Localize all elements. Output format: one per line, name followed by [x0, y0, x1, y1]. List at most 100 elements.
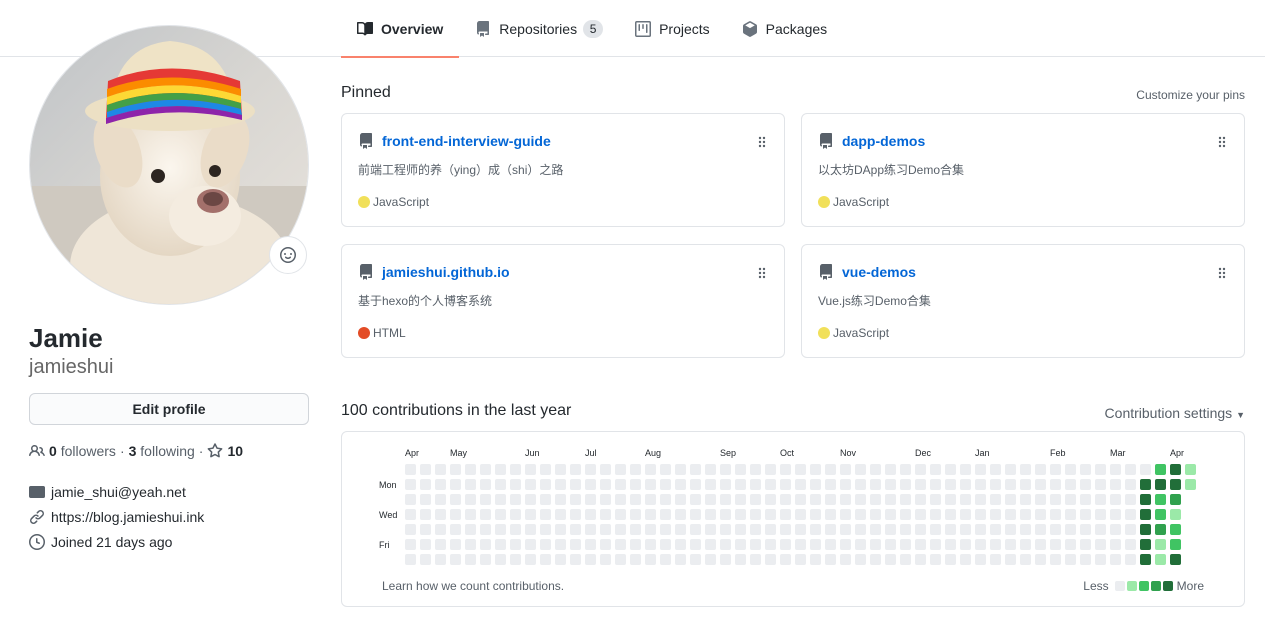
contribution-day[interactable] [795, 509, 806, 520]
contribution-day[interactable] [660, 524, 671, 535]
contribution-day[interactable] [945, 539, 956, 550]
contribution-day[interactable] [1080, 479, 1091, 490]
contribution-day[interactable] [750, 539, 761, 550]
contribution-day[interactable] [675, 509, 686, 520]
contribution-day[interactable] [555, 464, 566, 475]
contribution-day[interactable] [1155, 479, 1166, 490]
contribution-day[interactable] [630, 464, 641, 475]
contribution-day[interactable] [525, 479, 536, 490]
contribution-day[interactable] [570, 539, 581, 550]
contribution-day[interactable] [585, 464, 596, 475]
contribution-day[interactable] [615, 554, 626, 565]
contribution-day[interactable] [795, 524, 806, 535]
contribution-day[interactable] [945, 509, 956, 520]
contribution-day[interactable] [750, 479, 761, 490]
contribution-day[interactable] [960, 554, 971, 565]
set-status-button[interactable] [269, 236, 307, 274]
contribution-day[interactable] [1065, 509, 1076, 520]
contribution-day[interactable] [840, 479, 851, 490]
contribution-day[interactable] [810, 494, 821, 505]
contribution-day[interactable] [585, 494, 596, 505]
contribution-day[interactable] [720, 524, 731, 535]
contribution-day[interactable] [495, 539, 506, 550]
contribution-day[interactable] [630, 539, 641, 550]
contribution-day[interactable] [1020, 494, 1031, 505]
contribution-day[interactable] [930, 479, 941, 490]
contribution-day[interactable] [765, 554, 776, 565]
contribution-day[interactable] [885, 539, 896, 550]
contribution-day[interactable] [435, 524, 446, 535]
contribution-day[interactable] [915, 509, 926, 520]
contribution-day[interactable] [525, 509, 536, 520]
contribution-day[interactable] [450, 494, 461, 505]
contribution-day[interactable] [420, 539, 431, 550]
contribution-day[interactable] [1170, 494, 1181, 505]
contribution-day[interactable] [1065, 524, 1076, 535]
contribution-day[interactable] [735, 509, 746, 520]
contribution-day[interactable] [525, 464, 536, 475]
contribution-day[interactable] [1110, 554, 1121, 565]
contribution-day[interactable] [870, 554, 881, 565]
contribution-day[interactable] [690, 494, 701, 505]
contribution-day[interactable] [600, 509, 611, 520]
contribution-day[interactable] [1155, 524, 1166, 535]
contribution-day[interactable] [570, 464, 581, 475]
contribution-day[interactable] [765, 539, 776, 550]
contribution-day[interactable] [405, 539, 416, 550]
contribution-day[interactable] [1095, 494, 1106, 505]
contribution-day[interactable] [1005, 494, 1016, 505]
contribution-day[interactable] [585, 479, 596, 490]
contribution-day[interactable] [555, 479, 566, 490]
contribution-day[interactable] [510, 539, 521, 550]
contribution-day[interactable] [540, 494, 551, 505]
contribution-day[interactable] [1155, 554, 1166, 565]
contribution-day[interactable] [855, 554, 866, 565]
contribution-day[interactable] [1080, 494, 1091, 505]
contribution-day[interactable] [600, 539, 611, 550]
contribution-day[interactable] [810, 539, 821, 550]
contribution-day[interactable] [480, 554, 491, 565]
contribution-day[interactable] [825, 539, 836, 550]
contribution-day[interactable] [1110, 494, 1121, 505]
contribution-day[interactable] [900, 479, 911, 490]
contribution-day[interactable] [1080, 524, 1091, 535]
contribution-day[interactable] [930, 464, 941, 475]
contribution-day[interactable] [675, 539, 686, 550]
contribution-day[interactable] [765, 524, 776, 535]
contribution-day[interactable] [705, 479, 716, 490]
contribution-day[interactable] [1020, 479, 1031, 490]
contribution-day[interactable] [645, 479, 656, 490]
contribution-day[interactable] [615, 479, 626, 490]
contribution-day[interactable] [975, 494, 986, 505]
tab-overview[interactable]: Overview [341, 0, 460, 58]
contribution-day[interactable] [495, 524, 506, 535]
contribution-day[interactable] [705, 464, 716, 475]
contribution-day[interactable] [990, 479, 1001, 490]
contribution-day[interactable] [1080, 464, 1091, 475]
contribution-day[interactable] [1035, 554, 1046, 565]
contribution-day[interactable] [870, 479, 881, 490]
contribution-day[interactable] [825, 494, 836, 505]
contribution-day[interactable] [690, 539, 701, 550]
contribution-day[interactable] [1065, 554, 1076, 565]
contribution-day[interactable] [405, 524, 416, 535]
contribution-day[interactable] [915, 554, 926, 565]
followers-link[interactable]: 0 followers [49, 443, 116, 459]
contribution-day[interactable] [420, 554, 431, 565]
contribution-day[interactable] [435, 554, 446, 565]
contribution-day[interactable] [750, 524, 761, 535]
contribution-day[interactable] [1005, 464, 1016, 475]
pinned-repo-link[interactable]: front-end-interview-guide [382, 133, 551, 149]
contribution-day[interactable] [915, 539, 926, 550]
website-link[interactable]: https://blog.jamieshui.ink [51, 509, 204, 525]
contribution-day[interactable] [630, 494, 641, 505]
contribution-day[interactable] [555, 494, 566, 505]
contribution-day[interactable] [870, 539, 881, 550]
contribution-day[interactable] [405, 479, 416, 490]
contribution-day[interactable] [705, 554, 716, 565]
contribution-day[interactable] [450, 479, 461, 490]
contribution-day[interactable] [420, 464, 431, 475]
contribution-day[interactable] [495, 509, 506, 520]
contribution-day[interactable] [1110, 464, 1121, 475]
email-link[interactable]: jamie_shui@yeah.net [51, 484, 186, 500]
